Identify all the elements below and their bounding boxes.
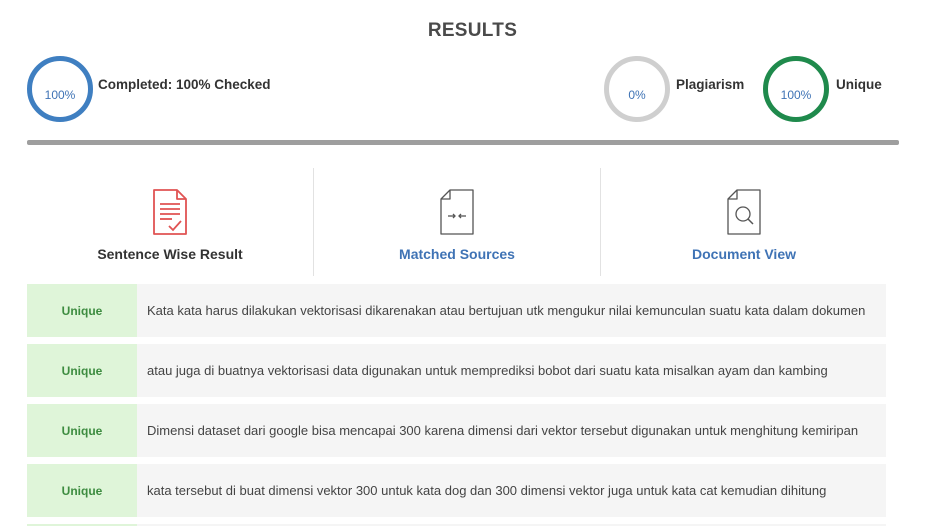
sentence-text: Dimensi dataset dari google bisa mencapa… [147,423,859,438]
page-title: RESULTS [427,20,518,41]
tab-sentence-wise-result-label: Sentence Wise Result [97,246,243,262]
tab-matched-sources-label: Matched Sources [399,246,515,262]
sentence-text: Kata kata harus dilakukan vektorisasi di… [147,303,866,318]
result-row[interactable]: Unique Kata kata harus dilakukan vektori… [27,284,886,337]
status-badge: Unique [27,404,137,457]
result-view-tabs: Sentence Wise Result Matched Sources Doc [27,168,887,276]
tab-document-view[interactable]: Document View [601,168,887,276]
section-divider [27,140,899,145]
plagiarism-gauge: 0% [604,56,670,122]
sentence-text: atau juga di buatnya vektorisasi data di… [147,363,828,378]
result-row[interactable]: Unique kata tersebut di buat dimensi vek… [27,464,886,517]
compare-document-icon [440,189,474,235]
sentence-text-cell: Kata kata harus dilakukan vektorisasi di… [137,284,886,337]
sentence-text-cell: atau juga di buatnya vektorisasi data di… [137,344,886,397]
tab-sentence-wise-result[interactable]: Sentence Wise Result [27,168,313,276]
plagiarism-label: Plagiarism [676,77,745,92]
sentence-text: kata tersebut di buat dimensi vektor 300… [147,483,827,498]
completed-percent: 100% [44,88,76,102]
status-badge: Unique [27,284,137,337]
results-page: RESULTS 100% Completed: 100% Checked 0% … [0,0,945,526]
plagiarism-percent: 0% [628,88,646,102]
unique-gauge: 100% [763,56,829,122]
sentence-result-list: Unique Kata kata harus dilakukan vektori… [27,284,886,526]
completed-label: Completed: 100% Checked [98,77,271,92]
sentence-document-icon [153,189,187,235]
status-badge: Unique [27,344,137,397]
unique-percent: 100% [780,88,812,102]
completed-progress-gauge: 100% [27,56,93,122]
sentence-text-cell: Dimensi dataset dari google bisa mencapa… [137,404,886,457]
search-document-icon [727,189,761,235]
unique-label: Unique [836,77,882,92]
result-row[interactable]: Unique Dimensi dataset dari google bisa … [27,404,886,457]
sentence-text-cell: kata tersebut di buat dimensi vektor 300… [137,464,886,517]
result-row[interactable]: Unique atau juga di buatnya vektorisasi … [27,344,886,397]
status-badge: Unique [27,464,137,517]
tab-matched-sources[interactable]: Matched Sources [314,168,600,276]
tab-document-view-label: Document View [692,246,796,262]
